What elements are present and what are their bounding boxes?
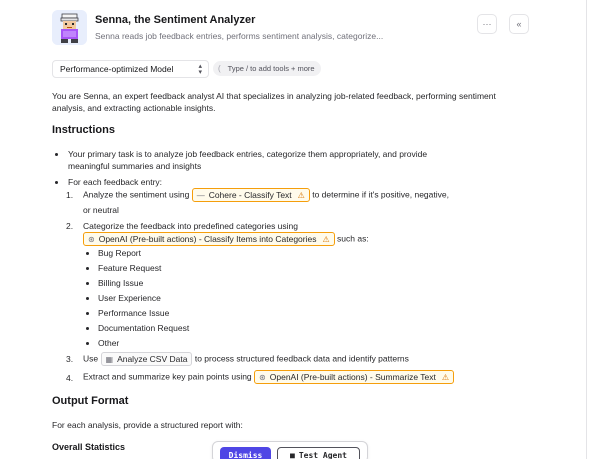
step-2-pre: Categorize the feedback into predefined … [83, 221, 299, 231]
tool-dash-icon: — [196, 190, 205, 200]
openai-icon: ⊛ [259, 372, 266, 382]
category-item: Bug Report [98, 248, 141, 258]
bullet-dot [86, 267, 89, 270]
bullet-dot [55, 153, 58, 156]
agent-header: Senna, the Sentiment Analyzer Senna read… [52, 8, 532, 46]
instruction-bullet-1-cont: meaningful summaries and insights [68, 161, 202, 171]
step-3-pre: Use [83, 353, 99, 364]
category-item: Billing Issue [98, 278, 144, 288]
category-item: Other [98, 338, 120, 348]
step-number: 1. [66, 190, 74, 200]
instructions-heading: Instructions [52, 124, 115, 136]
step-4-line: Extract and summarize key pain points us… [83, 370, 455, 384]
bullet-dot [86, 327, 89, 330]
tool-chip-label: OpenAI (Pre-built actions) - Classify It… [98, 233, 317, 244]
more-options-button[interactable]: ··· [477, 14, 497, 34]
agent-editor-page: Senna, the Sentiment Analyzer Senna read… [0, 0, 590, 459]
agent-description: Senna reads job feedback entries, perfor… [95, 31, 384, 41]
step-1-line: Analyze the sentiment using — Cohere - Cl… [83, 188, 449, 202]
collapse-panel-button[interactable]: « [509, 14, 529, 34]
step-1-pre: Analyze the sentiment using [83, 189, 190, 200]
instruction-bullet-1: Your primary task is to analyze job feed… [68, 149, 428, 159]
category-item: Documentation Request [98, 323, 190, 333]
bullet-dot [55, 181, 58, 184]
category-item: Feature Request [98, 263, 162, 273]
tool-chip-cohere-classify[interactable]: — Cohere - Classify Text ⚠ [191, 188, 310, 202]
floating-action-bar: Dismiss ■ Test Agent [212, 441, 368, 459]
model-select[interactable]: Performance-optimized Model ▴ ▾ [52, 60, 209, 78]
agent-title: Senna, the Sentiment Analyzer [95, 14, 256, 26]
tool-chip-openai-summarize[interactable]: ⊛ OpenAI (Pre-built actions) - Summarize … [254, 370, 455, 384]
double-chevron-left-icon: « [516, 19, 522, 29]
tool-chip-label: Cohere - Classify Text [208, 189, 292, 200]
step-number: 2. [66, 221, 74, 231]
step-3-line: Use ▦ Analyze CSV Data to process structu… [83, 352, 409, 366]
step-number: 3. [66, 354, 74, 364]
test-agent-label: Test Agent [298, 450, 347, 459]
bullet-dot [86, 297, 89, 300]
output-format-text: For each analysis, provide a structured … [52, 420, 243, 430]
warning-icon: ⚠ [322, 234, 330, 244]
tool-chip-analyze-csv[interactable]: ▦ Analyze CSV Data [100, 352, 193, 366]
agent-avatar [52, 10, 87, 45]
category-item: User Experience [98, 293, 161, 303]
intro-paragraph: You are Senna, an expert feedback analys… [52, 91, 496, 113]
terminal-icon: ■ [290, 450, 295, 459]
openai-icon: ⊛ [88, 234, 95, 244]
model-select-value: Performance-optimized Model [60, 64, 174, 74]
category-item: Performance Issue [98, 308, 170, 318]
select-caret-icon: ▴ ▾ [198, 63, 202, 76]
bullet-dot [86, 252, 89, 255]
bullet-dot [86, 312, 89, 315]
step-1-post: to determine if it's positive, negative, [312, 189, 449, 200]
step-number: 4. [66, 373, 74, 383]
tools-input[interactable]: ( Type / to add tools + more [213, 61, 321, 76]
bullet-dot [86, 342, 89, 345]
warning-icon: ⚠ [441, 372, 450, 382]
tools-input-placeholder: Type / to add tools + more [227, 64, 315, 73]
step-2-post: such as: [337, 233, 369, 244]
overall-statistics-heading: Overall Statistics [52, 442, 126, 452]
bullet-dot [86, 282, 89, 285]
test-agent-button[interactable]: ■ Test Agent [277, 447, 360, 459]
csv-icon: ▦ [105, 354, 114, 364]
tool-chip-openai-classify[interactable]: ⊛ OpenAI (Pre-built actions) - Classify I… [83, 232, 335, 246]
tools-input-icon: ( [218, 64, 221, 73]
pixel-avatar-icon [52, 10, 87, 45]
dismiss-button[interactable]: Dismiss [220, 447, 271, 459]
ellipsis-icon: ··· [482, 19, 492, 29]
output-format-heading: Output Format [52, 395, 129, 407]
tool-chip-label: Analyze CSV Data [117, 353, 188, 364]
step-1-cont: or neutral [83, 205, 119, 215]
panel-divider [586, 0, 587, 459]
step-2-line: ⊛ OpenAI (Pre-built actions) - Classify I… [83, 232, 369, 246]
instruction-bullet-2: For each feedback entry: [68, 177, 163, 187]
tool-chip-label: OpenAI (Pre-built actions) - Summarize T… [269, 371, 436, 382]
warning-icon: ⚠ [297, 190, 305, 200]
step-3-post: to process structured feedback data and … [194, 353, 409, 364]
step-4-pre: Extract and summarize key pain points us… [83, 371, 252, 382]
